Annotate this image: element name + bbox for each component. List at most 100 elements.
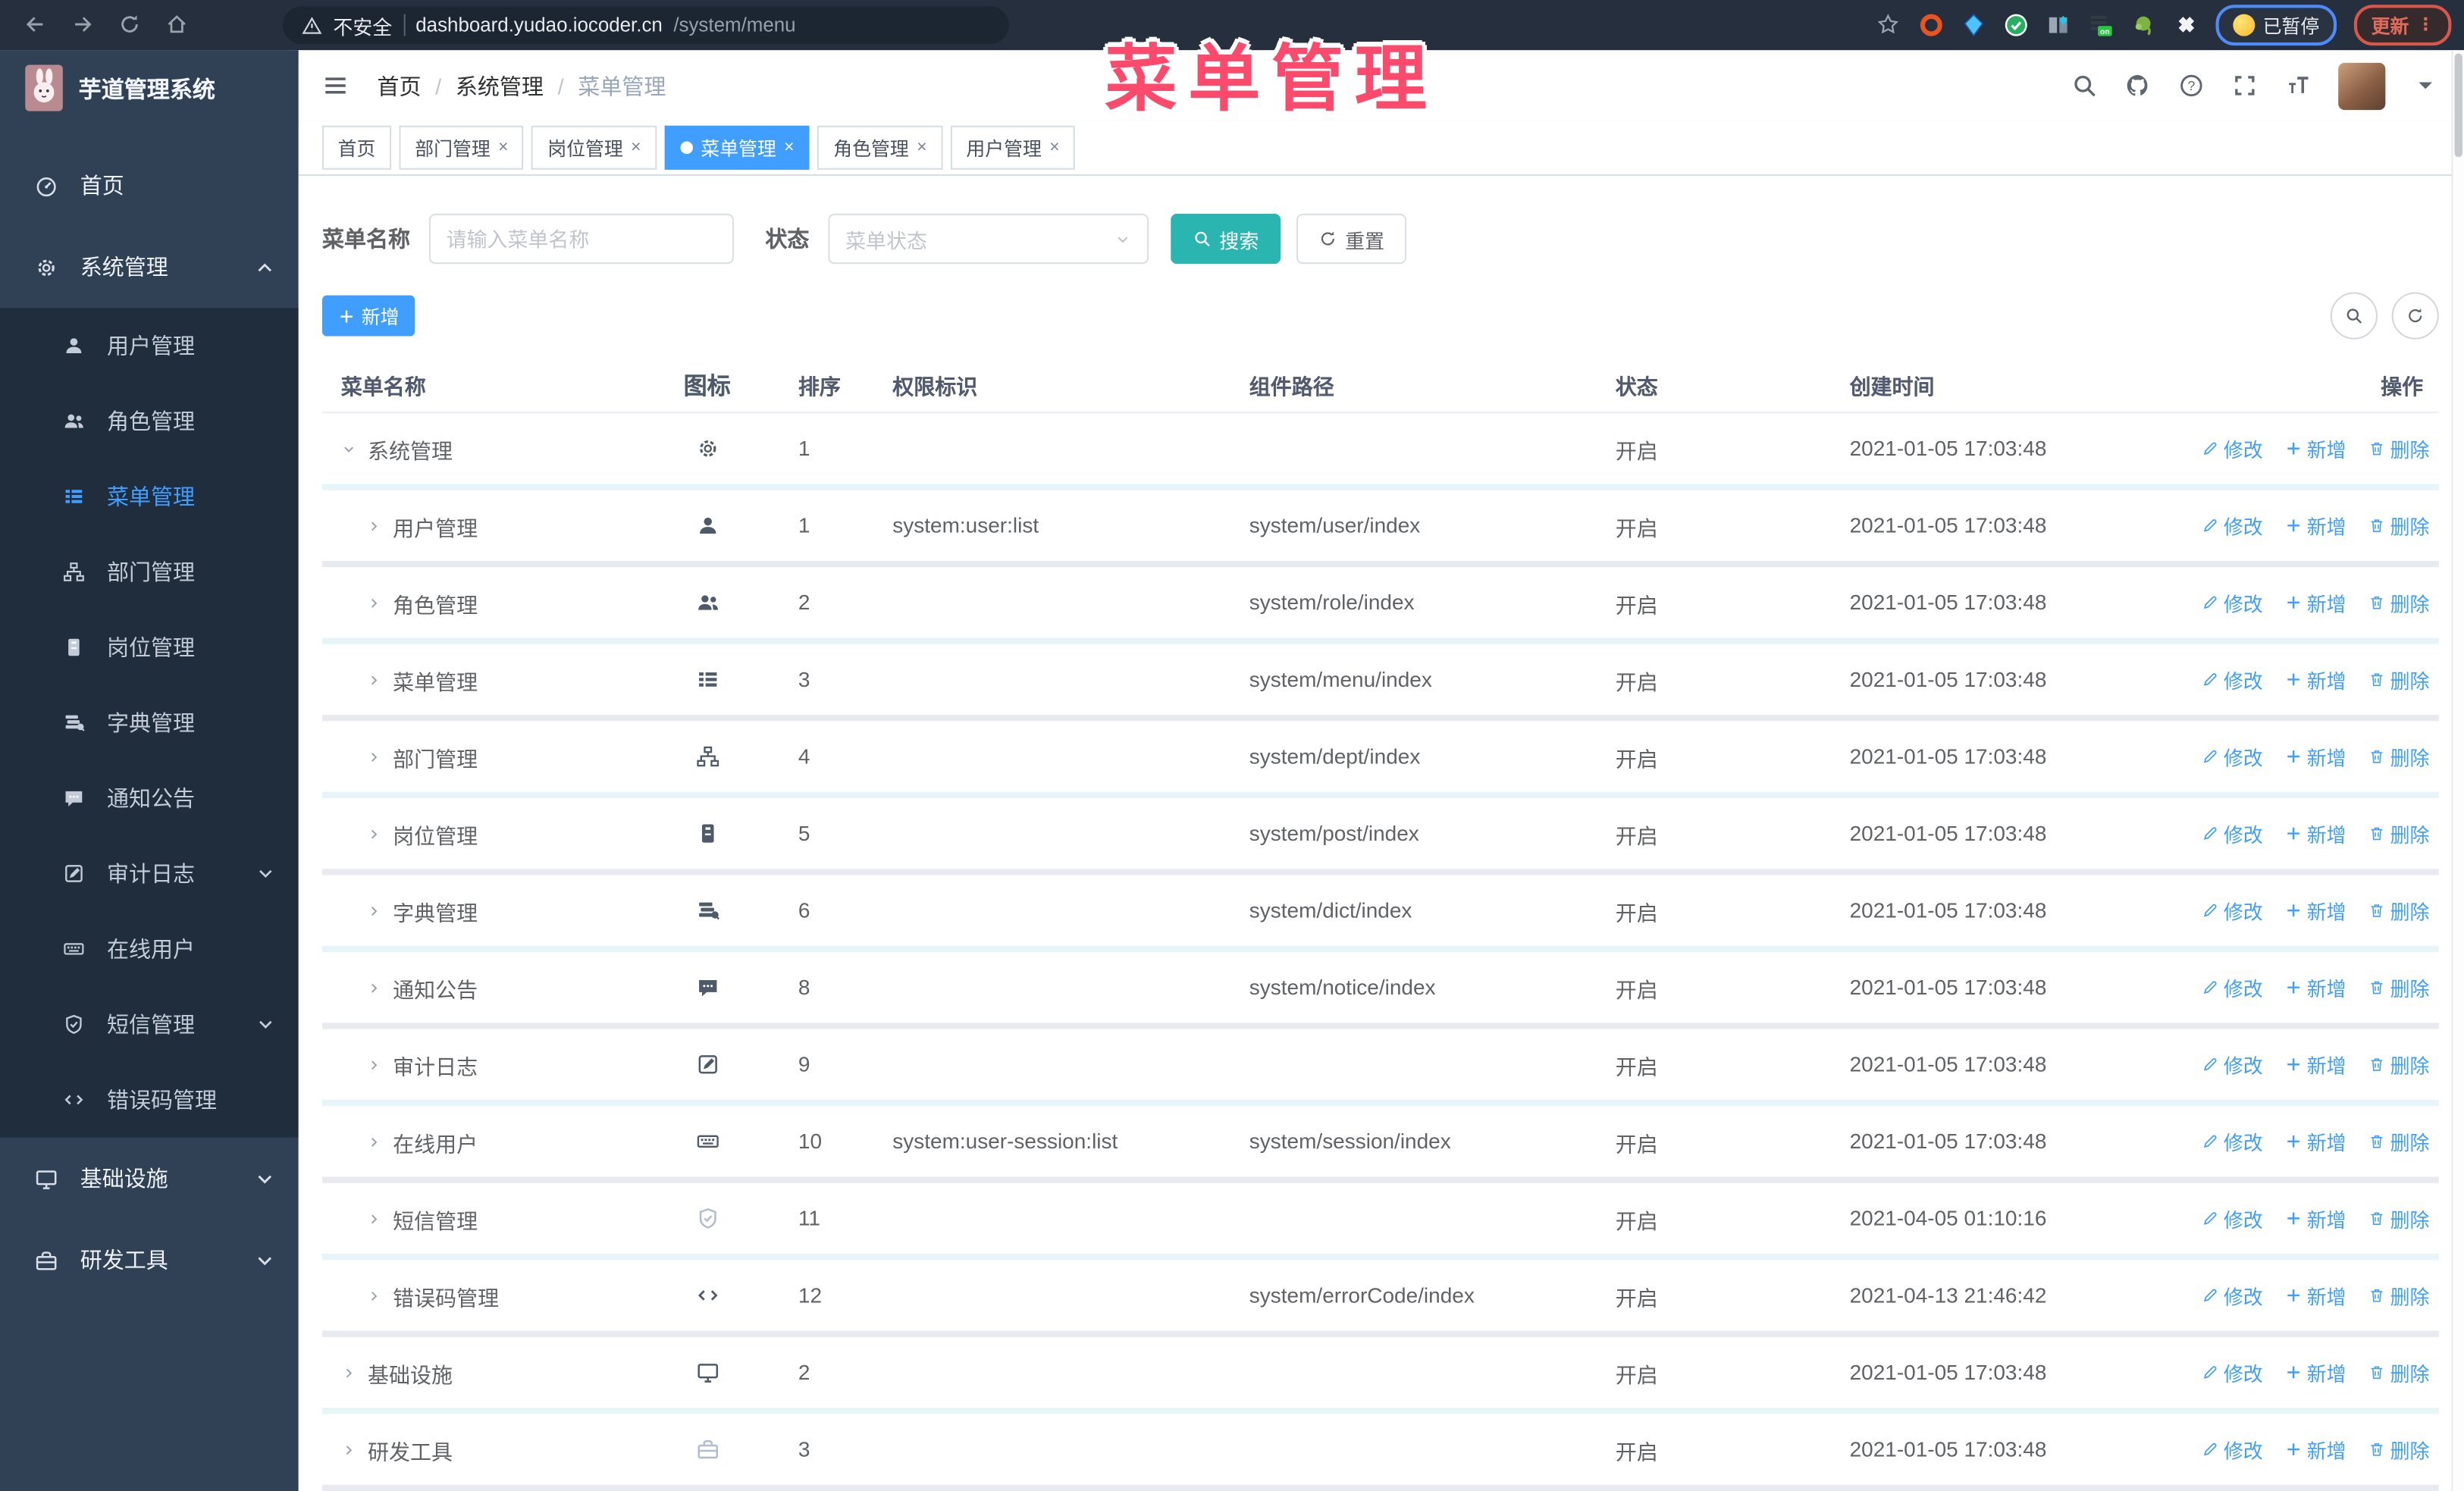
row-delete-link[interactable]: 删除 [2368, 1280, 2429, 1310]
font-size-icon[interactable] [2285, 72, 2312, 99]
sidebar-item-user-management[interactable]: 用户管理 [0, 308, 299, 383]
table-row[interactable]: 角色管理 2 system/role/index 开启 2021-01-05 17:03… [321, 567, 2439, 644]
tree-caret-right-icon[interactable] [366, 1057, 382, 1073]
row-edit-link[interactable]: 修改 [2202, 1358, 2263, 1387]
tab-home[interactable]: 首页 [321, 125, 392, 170]
row-add-link[interactable]: 新增 [2285, 973, 2346, 1002]
table-row[interactable]: 错误码管理 12 system/errorCode/index 开启 2021-04-1… [321, 1260, 2439, 1337]
github-icon[interactable] [2124, 72, 2151, 99]
row-add-link[interactable]: 新增 [2285, 1358, 2346, 1387]
avatar[interactable] [2338, 62, 2386, 110]
tree-caret-right-icon[interactable] [366, 903, 382, 919]
row-edit-link[interactable]: 修改 [2202, 1126, 2263, 1156]
list-on-extension-icon[interactable]: on [2089, 13, 2114, 38]
fullscreen-icon[interactable] [2231, 72, 2258, 99]
row-delete-link[interactable]: 删除 [2368, 1358, 2429, 1387]
puzzle-extension-icon[interactable] [2173, 13, 2198, 38]
row-delete-link[interactable]: 删除 [2368, 1050, 2429, 1079]
tree-caret-right-icon[interactable] [366, 749, 382, 765]
row-add-link[interactable]: 新增 [2285, 587, 2346, 617]
tab-dept[interactable]: 部门管理 × [399, 125, 525, 170]
row-edit-link[interactable]: 修改 [2202, 1050, 2263, 1079]
row-edit-link[interactable]: 修改 [2202, 973, 2263, 1002]
row-add-link[interactable]: 新增 [2285, 741, 2346, 771]
paused-extension-badge[interactable]: 已暂停 [2215, 5, 2337, 46]
tab-close-icon[interactable]: × [1049, 139, 1059, 158]
row-delete-link[interactable]: 删除 [2368, 973, 2429, 1002]
row-edit-link[interactable]: 修改 [2202, 587, 2263, 617]
add-button[interactable]: 新增 [321, 295, 415, 337]
tree-caret-right-icon[interactable] [366, 1288, 382, 1304]
sidebar-item-dev-tools[interactable]: 研发工具 [0, 1219, 299, 1301]
row-edit-link[interactable]: 修改 [2202, 819, 2263, 848]
toggle-search-button[interactable] [2330, 292, 2378, 340]
browser-back-icon[interactable] [24, 13, 49, 38]
table-row[interactable]: 用户管理 1 system:user:list system/user/index 开启… [321, 490, 2439, 568]
avatar-caret-icon[interactable] [2412, 72, 2439, 99]
hamburger-icon[interactable] [322, 72, 349, 99]
sidebar-item-system-management[interactable]: 系统管理 [0, 226, 299, 308]
row-delete-link[interactable]: 删除 [2368, 1126, 2429, 1156]
tab-close-icon[interactable]: × [784, 139, 794, 158]
tab-close-icon[interactable]: × [498, 139, 508, 158]
page-scrollbar[interactable] [2451, 50, 2464, 1491]
row-add-link[interactable]: 新增 [2285, 1434, 2346, 1464]
tree-caret-down-icon[interactable] [341, 440, 357, 456]
tree-caret-right-icon[interactable] [366, 595, 382, 611]
sidebar-item-menu-management[interactable]: 菜单管理 [0, 459, 299, 534]
tree-caret-right-icon[interactable] [366, 1211, 382, 1226]
status-select[interactable]: 菜单状态 [828, 213, 1149, 265]
row-delete-link[interactable]: 删除 [2368, 665, 2429, 694]
sidebar-item-post-management[interactable]: 岗位管理 [0, 609, 299, 684]
row-add-link[interactable]: 新增 [2285, 1280, 2346, 1310]
table-row[interactable]: 菜单管理 3 system/menu/index 开启 2021-01-05 17:03… [321, 644, 2439, 722]
tree-caret-right-icon[interactable] [366, 1133, 382, 1149]
tree-caret-right-icon[interactable] [366, 825, 382, 841]
orange-ring-extension-icon[interactable] [1919, 13, 1944, 38]
row-delete-link[interactable]: 删除 [2368, 895, 2429, 925]
search-button[interactable]: 搜索 [1171, 213, 1281, 265]
row-delete-link[interactable]: 删除 [2368, 587, 2429, 617]
row-edit-link[interactable]: 修改 [2202, 1434, 2263, 1464]
green-monkey-extension-icon[interactable] [2131, 13, 2156, 38]
scrollbar-thumb[interactable] [2454, 53, 2462, 158]
table-row[interactable]: 岗位管理 5 system/post/index 开启 2021-01-05 17:03… [321, 798, 2439, 875]
table-row[interactable]: 通知公告 8 system/notice/index 开启 2021-01-05 17:… [321, 952, 2439, 1029]
sidebar-item-online-users[interactable]: 在线用户 [0, 911, 299, 986]
row-edit-link[interactable]: 修改 [2202, 895, 2263, 925]
blue-gem-extension-icon[interactable] [1961, 13, 1986, 38]
sidebar-item-infrastructure[interactable]: 基础设施 [0, 1138, 299, 1220]
tab-close-icon[interactable]: × [631, 139, 641, 158]
tree-caret-right-icon[interactable] [366, 518, 382, 534]
blue-tiles-extension-icon[interactable] [2046, 13, 2071, 38]
tree-caret-right-icon[interactable] [366, 979, 382, 995]
breadcrumb-system[interactable]: 系统管理 [456, 70, 544, 101]
row-add-link[interactable]: 新增 [2285, 1050, 2346, 1079]
sidebar-item-role-management[interactable]: 角色管理 [0, 384, 299, 459]
sidebar-item-audit-log[interactable]: 审计日志 [0, 836, 299, 911]
sidebar-item-sms-management[interactable]: 短信管理 [0, 987, 299, 1062]
row-add-link[interactable]: 新增 [2285, 665, 2346, 694]
tab-menu[interactable]: 菜单管理 × [664, 125, 810, 170]
row-add-link[interactable]: 新增 [2285, 511, 2346, 540]
menu-name-input[interactable] [428, 213, 734, 265]
address-bar[interactable]: 不安全 dashboard.yudao.iocoder.cn/system/me… [283, 6, 1009, 45]
table-row[interactable]: 字典管理 6 system/dict/index 开启 2021-01-05 17:03… [321, 875, 2439, 953]
bookmark-star-icon[interactable] [1876, 13, 1901, 38]
browser-forward-icon[interactable] [71, 13, 96, 38]
breadcrumb-home[interactable]: 首页 [377, 70, 421, 101]
reset-button[interactable]: 重置 [1296, 213, 1407, 265]
help-icon[interactable]: ? [2178, 72, 2205, 99]
tab-close-icon[interactable]: × [917, 139, 926, 158]
browser-home-icon[interactable] [165, 13, 190, 38]
row-edit-link[interactable]: 修改 [2202, 511, 2263, 540]
tab-role[interactable]: 角色管理 × [817, 125, 943, 170]
refresh-table-button[interactable] [2391, 292, 2439, 340]
header-search-icon[interactable] [2071, 72, 2098, 99]
table-row[interactable]: 研发工具 3 开启 2021-01-05 17:03:48 修改 新增 删除 [321, 1414, 2439, 1491]
row-add-link[interactable]: 新增 [2285, 1204, 2346, 1233]
table-row[interactable]: 基础设施 2 开启 2021-01-05 17:03:48 修改 新增 删除 [321, 1337, 2439, 1414]
table-row[interactable]: 部门管理 4 system/dept/index 开启 2021-01-05 17:03… [321, 721, 2439, 798]
sidebar-item-error-code-management[interactable]: 错误码管理 [0, 1062, 299, 1137]
row-edit-link[interactable]: 修改 [2202, 741, 2263, 771]
